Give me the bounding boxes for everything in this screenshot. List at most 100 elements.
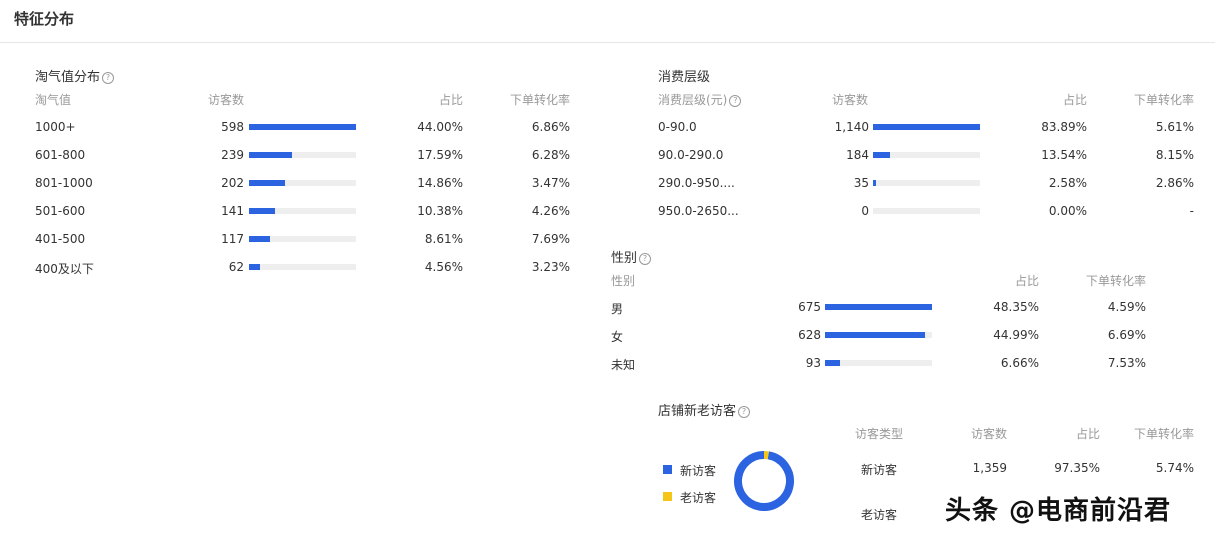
consume-row-bar xyxy=(873,152,980,158)
store-section-title: 店铺新老访客? xyxy=(658,400,751,419)
donut-new-arc[interactable] xyxy=(734,451,794,511)
consume-row-conv: - xyxy=(1189,204,1194,218)
consume-row-bar xyxy=(873,180,980,186)
taoqi-header-label: 淘气值 xyxy=(35,93,72,107)
taoqi-row-ratio: 4.56% xyxy=(424,260,463,274)
title-divider xyxy=(0,42,1215,43)
consume-row-bar-fill xyxy=(873,124,980,130)
consume-row-bar xyxy=(873,124,980,130)
store-row-type: 老访客 xyxy=(861,508,898,522)
consume-row-conv: 8.15% xyxy=(1155,148,1194,162)
help-icon[interactable]: ? xyxy=(639,253,652,265)
consume-row-label: 950.0-2650... xyxy=(658,204,739,218)
taoqi-row-label: 400及以下 xyxy=(35,262,94,276)
visitor-donut-chart xyxy=(734,451,794,511)
consume-row-label: 290.0-950.... xyxy=(658,176,735,190)
gender-title-text: 性别 xyxy=(611,251,638,266)
taoqi-row-bar xyxy=(249,264,356,270)
consume-row-ratio: 83.89% xyxy=(1041,120,1087,134)
store-row-conv: 5.74% xyxy=(1155,461,1194,475)
store-header-type: 访客类型 xyxy=(855,427,904,441)
taoqi-row-ratio: 44.00% xyxy=(417,120,463,134)
gender-row-bar-fill xyxy=(825,304,932,310)
taoqi-row-bar xyxy=(249,180,356,186)
gender-row-visitors: 93 xyxy=(805,356,821,370)
taoqi-row-conv: 4.26% xyxy=(531,204,570,218)
consume-row-label: 90.0-290.0 xyxy=(658,148,724,162)
gender-row-ratio: 48.35% xyxy=(993,300,1039,314)
gender-row-conv: 6.69% xyxy=(1107,328,1146,342)
gender-header-conv: 下单转化率 xyxy=(1085,274,1146,288)
taoqi-header-conv: 下单转化率 xyxy=(509,93,570,107)
consume-row-visitors: 184 xyxy=(846,148,869,162)
taoqi-row-bar-fill xyxy=(249,208,275,214)
taoqi-row-bar xyxy=(249,208,356,214)
gender-row-bar xyxy=(825,332,932,338)
legend-new-label[interactable]: 新访客 xyxy=(680,462,716,479)
gender-header-ratio: 占比 xyxy=(1014,274,1039,288)
taoqi-row-conv: 6.28% xyxy=(531,148,570,162)
legend-old-swatch xyxy=(663,492,672,501)
taoqi-row-ratio: 14.86% xyxy=(417,176,463,190)
store-row-ratio: 97.35% xyxy=(1054,461,1100,475)
taoqi-row-label: 801-1000 xyxy=(35,176,93,190)
consume-header-visitors: 访客数 xyxy=(832,93,869,107)
gender-header-label: 性别 xyxy=(611,274,636,288)
taoqi-row-visitors: 598 xyxy=(221,120,244,134)
consume-row-conv: 5.61% xyxy=(1155,120,1194,134)
consume-header-label: 消费层级(元)? xyxy=(658,91,742,108)
gender-row-label: 男 xyxy=(611,302,624,316)
gender-row-label: 未知 xyxy=(611,358,636,372)
gender-row-bar-fill xyxy=(825,360,840,366)
consume-row-bar xyxy=(873,208,980,214)
taoqi-header-visitors: 访客数 xyxy=(208,93,245,107)
consume-row-visitors: 1,140 xyxy=(834,120,869,134)
consume-header-label-text: 消费层级(元) xyxy=(658,93,728,107)
taoqi-section-title: 淘气值分布? xyxy=(35,66,115,85)
taoqi-row-label: 401-500 xyxy=(35,232,86,246)
taoqi-row-visitors: 117 xyxy=(221,232,244,246)
help-icon[interactable]: ? xyxy=(102,72,115,84)
taoqi-row-label: 601-800 xyxy=(35,148,86,162)
consume-row-ratio: 0.00% xyxy=(1048,204,1087,218)
gender-row-visitors: 628 xyxy=(798,328,821,342)
taoqi-row-bar xyxy=(249,152,356,158)
taoqi-row-conv: 7.69% xyxy=(531,232,570,246)
store-header-visitors: 访客数 xyxy=(970,427,1007,441)
gender-row-visitors: 675 xyxy=(798,300,821,314)
taoqi-row-ratio: 17.59% xyxy=(417,148,463,162)
gender-row-bar-fill xyxy=(825,332,925,338)
store-header-ratio: 占比 xyxy=(1075,427,1100,441)
taoqi-row-conv: 3.23% xyxy=(531,260,570,274)
consume-row-bar-fill xyxy=(873,180,877,186)
consume-row-label: 0-90.0 xyxy=(658,120,697,134)
taoqi-row-bar xyxy=(249,124,356,130)
taoqi-title-text: 淘气值分布 xyxy=(35,70,101,85)
taoqi-row-ratio: 10.38% xyxy=(417,204,463,218)
gender-row-bar xyxy=(825,360,932,366)
taoqi-row-visitors: 239 xyxy=(221,148,244,162)
legend-old-label[interactable]: 老访客 xyxy=(680,489,716,506)
taoqi-row-label: 1000+ xyxy=(35,120,76,134)
taoqi-row-conv: 6.86% xyxy=(531,120,570,134)
watermark: 头条 @电商前沿君 xyxy=(945,496,1172,526)
taoqi-row-conv: 3.47% xyxy=(531,176,570,190)
taoqi-row-ratio: 8.61% xyxy=(424,232,463,246)
consume-row-bar-fill xyxy=(873,152,891,158)
taoqi-row-bar xyxy=(249,236,356,242)
help-icon[interactable]: ? xyxy=(738,406,751,418)
consume-row-ratio: 13.54% xyxy=(1041,148,1087,162)
consume-row-visitors: 35 xyxy=(853,176,869,190)
gender-row-conv: 4.59% xyxy=(1107,300,1146,314)
consume-row-conv: 2.86% xyxy=(1155,176,1194,190)
consume-section-title: 消费层级 xyxy=(658,70,711,85)
taoqi-row-label: 501-600 xyxy=(35,204,86,218)
taoqi-row-visitors: 62 xyxy=(228,260,244,274)
taoqi-header-ratio: 占比 xyxy=(438,93,463,107)
help-icon[interactable]: ? xyxy=(729,95,742,107)
consume-row-visitors: 0 xyxy=(861,204,869,218)
taoqi-row-visitors: 202 xyxy=(221,176,244,190)
consume-header-ratio: 占比 xyxy=(1062,93,1087,107)
store-title-text: 店铺新老访客 xyxy=(658,404,737,419)
taoqi-row-visitors: 141 xyxy=(221,204,244,218)
